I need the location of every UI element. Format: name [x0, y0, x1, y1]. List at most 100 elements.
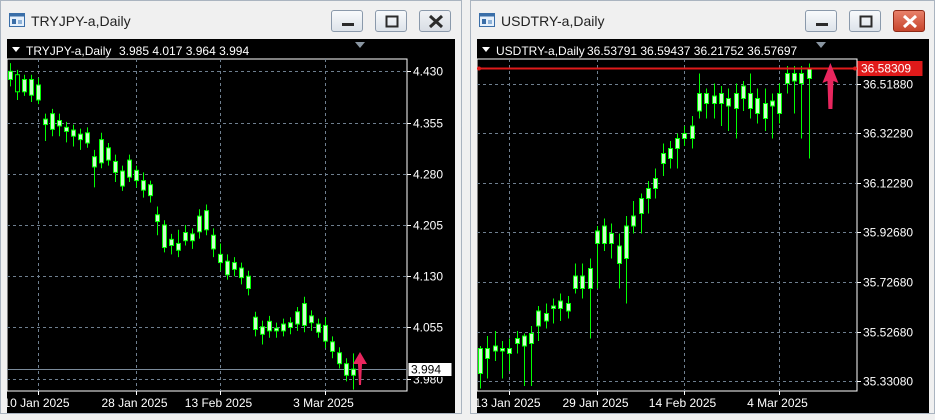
chart-window-usdtry[interactable]: USDTRY-a,Daily 36.51880 36.32280 36.12280 3…: [470, 0, 935, 414]
y-tick-label: 35.33080: [863, 375, 913, 389]
x-tick-label: 13 Feb 2025: [185, 396, 253, 410]
candle-body: [106, 147, 111, 161]
y-tick-label: 36.32280: [863, 127, 913, 141]
candle-body: [169, 238, 174, 246]
up-arrow-icon: [353, 352, 367, 385]
up-arrow-icon: [822, 63, 839, 109]
x-tick-label: 14 Feb 2025: [649, 396, 717, 410]
candle-body: [253, 316, 258, 331]
close-icon: [428, 14, 444, 29]
minimize-button[interactable]: [805, 10, 837, 32]
candle-body: [99, 139, 104, 164]
candle-body: [515, 338, 520, 344]
maximize-button[interactable]: [375, 10, 407, 32]
header-dropdown-icon[interactable]: [482, 47, 490, 52]
current-price-label: 36.58309: [861, 62, 911, 76]
candle-body: [57, 119, 62, 127]
candle-body: [529, 333, 534, 344]
candle-body: [646, 188, 651, 199]
candlestick-chart[interactable]: 4.4304.3554.2804.2054.1304.0553.9803.994…: [3, 39, 457, 415]
candle-body: [609, 233, 614, 244]
minimize-icon: [816, 23, 828, 26]
candle-body: [697, 93, 702, 112]
candle-body: [225, 260, 230, 276]
candle-body: [777, 93, 782, 114]
candle-body: [690, 125, 695, 139]
y-tick-label: 35.52680: [863, 326, 913, 340]
price-chart[interactable]: 4.430 4.355 4.280 4.205 4.130 4.055 3.980 3.994…: [3, 39, 457, 415]
candle-body: [792, 73, 797, 82]
price-chart[interactable]: 36.51880 36.32280 36.12280 35.92680 35.72680…: [474, 39, 931, 415]
minimize-button[interactable]: [331, 10, 363, 32]
candle-body: [653, 178, 658, 189]
header-ohlc: 3.985 4.017 3.964 3.994: [119, 44, 249, 58]
candle-body: [726, 98, 731, 107]
y-tick-label: 36.12280: [863, 177, 913, 191]
candle-body: [337, 352, 342, 365]
time-axis: 13 Jan 2025 29 Jan 2025 14 Feb 2025 4 Mar 2…: [474, 391, 808, 410]
candle-body: [134, 169, 139, 182]
y-tick-label: 35.72680: [863, 276, 913, 290]
time-axis: 10 Jan 2025 28 Jan 2025 13 Feb 2025 3 Mar 2…: [3, 391, 354, 410]
price-axis: 36.51880 36.32280 36.12280 35.92680 35.72680…: [857, 61, 923, 389]
maximize-button[interactable]: [849, 10, 881, 32]
x-tick-label: 3 Mar 2025: [293, 396, 354, 410]
candle-body: [141, 180, 146, 191]
header-symbol: USDTRY-a,Daily: [496, 44, 585, 58]
chart-window-tryjpy[interactable]: TRYJPY-a,Daily 4.430 4.355 4.280 4.205 4.130…: [0, 0, 462, 414]
current-price-label: 3.994: [411, 363, 441, 377]
window-titlebar[interactable]: TRYJPY-a,Daily: [1, 1, 461, 39]
candle-body: [127, 159, 132, 178]
candles: [8, 63, 356, 390]
price-axis: 4.4304.3554.2804.2054.1304.0553.9803.994: [407, 65, 453, 387]
candle-body: [148, 184, 153, 197]
y-tick-label: 4.355: [413, 117, 443, 131]
candle-body: [770, 100, 775, 107]
candle-body: [719, 93, 724, 104]
candle-body: [748, 93, 753, 109]
candle-body: [617, 245, 622, 264]
candle-body: [176, 242, 181, 251]
candle-body: [183, 232, 188, 242]
candle-body: [92, 156, 97, 168]
y-tick-label: 4.205: [413, 219, 443, 233]
candle-body: [500, 348, 505, 352]
x-tick-label: 28 Jan 2025: [101, 396, 167, 410]
y-tick-label: 4.280: [413, 168, 443, 182]
close-button[interactable]: [893, 10, 925, 32]
candle-body: [22, 78, 27, 93]
candlestick-chart[interactable]: 36.51880 36.32280 36.12280 35.92680 35.72680…: [474, 39, 931, 415]
close-button[interactable]: [419, 10, 451, 32]
arrow-annotation: [353, 352, 367, 385]
x-tick-label: 4 Mar 2025: [747, 396, 808, 410]
y-tick-label: 36.51880: [863, 78, 913, 92]
candle-body: [734, 93, 739, 109]
shift-marker-icon[interactable]: [355, 42, 365, 48]
candle-body: [807, 68, 812, 79]
window-title: USDTRY-a,Daily: [501, 13, 605, 29]
candle-body: [330, 341, 335, 352]
candle-body: [631, 215, 636, 227]
candle-body: [155, 214, 160, 223]
y-tick-label: 4.055: [413, 321, 443, 335]
candle-body: [682, 133, 687, 139]
minimize-icon: [342, 23, 354, 26]
candle-body: [639, 198, 644, 214]
candle-body: [478, 348, 483, 374]
candle-body: [785, 73, 790, 84]
candle-body: [113, 160, 118, 173]
candle-body: [661, 153, 666, 164]
candle-body: [668, 148, 673, 159]
shift-marker-icon[interactable]: [816, 42, 826, 48]
candle-body: [15, 74, 20, 93]
candle-body: [274, 327, 279, 332]
current-price-line: [477, 66, 857, 71]
x-tick-label: 29 Jan 2025: [562, 396, 628, 410]
candle-body: [741, 85, 746, 99]
candle-body: [71, 129, 76, 137]
candle-body: [43, 118, 48, 126]
chart-window-icon: [9, 13, 25, 27]
header-dropdown-icon[interactable]: [12, 47, 20, 52]
window-titlebar[interactable]: USDTRY-a,Daily: [471, 1, 934, 39]
candle-body: [344, 363, 349, 376]
